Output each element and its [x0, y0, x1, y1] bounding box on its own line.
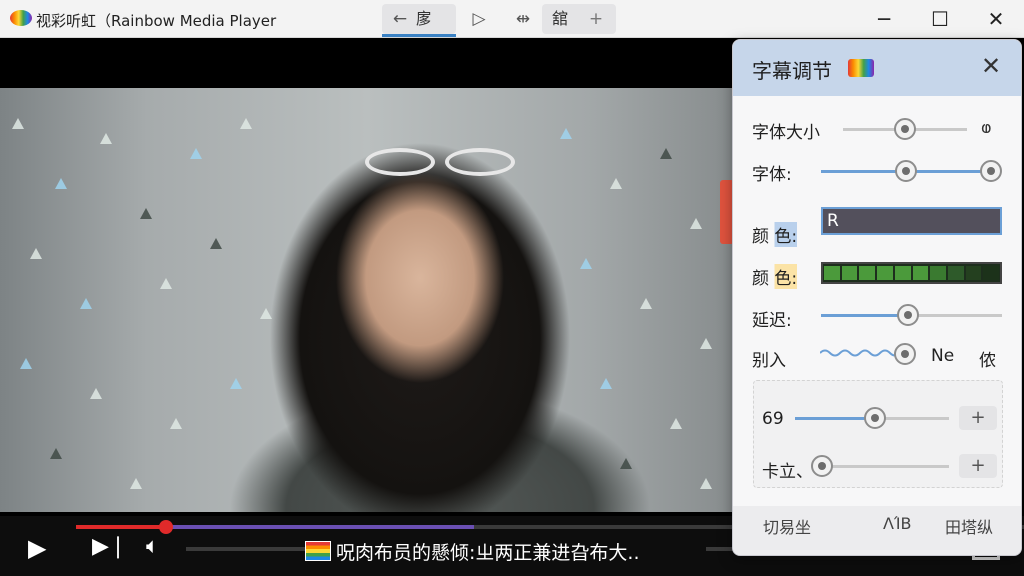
caption-flag-icon: [305, 541, 331, 561]
position-plus-button[interactable]: +: [959, 454, 997, 478]
font-size-end-icon[interactable]: ⱷ: [981, 118, 992, 137]
color-label-2: 颜 色:: [752, 264, 798, 289]
effect-wave-track[interactable]: [820, 348, 900, 358]
sunglasses: [365, 148, 535, 178]
rainbow-badge-icon: [848, 59, 874, 77]
font-range-max-knob[interactable]: [980, 160, 1002, 182]
delay-knob[interactable]: [896, 304, 919, 326]
effect-knob[interactable]: [894, 343, 917, 365]
skip-next-icon[interactable]: ▶❘: [92, 534, 127, 559]
footer-label-3[interactable]: 田塔纵: [945, 514, 993, 538]
delay-label: 延迟:: [752, 311, 792, 331]
progress-fill: [76, 525, 167, 529]
progress-knob[interactable]: [159, 520, 174, 534]
add-tool-icon[interactable]: +: [584, 4, 608, 34]
panel-footer: 切易坐 ΛΊB 田塔纵: [733, 506, 1021, 555]
volume-slider[interactable]: [186, 547, 306, 551]
effect-end-label-2: 侬: [979, 351, 996, 371]
font-label: 字体:: [752, 165, 792, 185]
subtitle-text: 呪肉布员的懸倾:ㄓ两正兼进旮布大..: [336, 542, 640, 564]
back-arrow-icon[interactable]: ←: [390, 4, 410, 34]
play-icon[interactable]: ▶: [28, 534, 46, 562]
progress-buffer: [166, 525, 475, 529]
size-plus-button[interactable]: +: [959, 406, 997, 430]
font-range-min-knob[interactable]: [895, 160, 917, 182]
color-swatch-bar[interactable]: [821, 262, 1002, 284]
app-title: 视彩听虹（Rainbow Media Player: [36, 12, 277, 30]
media-player-window: 视彩听虹（Rainbow Media Player ← 扅 ▷ ⇹ 舘 + ─ …: [0, 0, 1024, 576]
video-frame: [0, 88, 735, 512]
position-knob[interactable]: [810, 455, 833, 477]
play-tool-button[interactable]: ▷: [466, 4, 492, 34]
panel-title: 字幕调节: [752, 59, 832, 83]
back-tool-label[interactable]: 扅: [416, 4, 432, 34]
panel-header: 字幕调节 ✕: [733, 40, 1021, 96]
color-input[interactable]: R: [821, 207, 1002, 235]
volume-icon[interactable]: 🔈︎: [146, 534, 159, 559]
footer-label-2[interactable]: ΛΊB: [883, 514, 911, 533]
size-value-label: 69: [762, 409, 784, 429]
delay-fill: [821, 314, 908, 317]
footer-label-1[interactable]: 切易坐: [763, 514, 811, 538]
title-bar: 视彩听虹（Rainbow Media Player ← 扅 ▷ ⇹ 舘 + ─ …: [0, 0, 1024, 38]
tool-label[interactable]: 舘: [552, 4, 568, 34]
move-tool-button[interactable]: ⇹: [508, 4, 538, 34]
size-fill: [795, 417, 876, 420]
position-label: 卡立、: [762, 462, 813, 482]
close-button[interactable]: ✕: [968, 0, 1024, 38]
panel-close-icon[interactable]: ✕: [981, 52, 1001, 80]
position-track[interactable]: [819, 465, 949, 468]
color-input-value: R: [827, 211, 839, 231]
font-size-knob[interactable]: [894, 118, 916, 140]
minimize-button[interactable]: ─: [856, 0, 912, 38]
color-label-1: 颜 色:: [752, 222, 798, 247]
active-tool-indicator: [382, 34, 456, 37]
size-knob[interactable]: [864, 407, 887, 429]
effect-label: 别入: [752, 351, 786, 371]
subtitle-settings-panel: 字幕调节 ✕ 字体大小 ⱷ 字体: 颜 色: R 颜 色: 延迟: 别入 Ne …: [732, 39, 1022, 556]
effect-end-label-1: Ne: [931, 346, 955, 366]
rainbow-logo-icon: [10, 10, 32, 26]
maximize-button[interactable]: ☐: [912, 0, 968, 38]
font-size-label: 字体大小: [752, 123, 820, 143]
secondary-slider[interactable]: [706, 547, 734, 551]
